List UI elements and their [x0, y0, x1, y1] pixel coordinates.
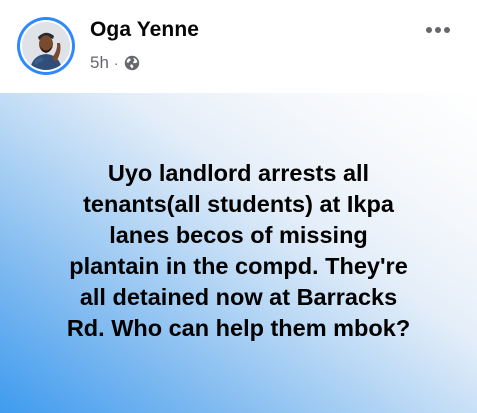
profile-photo-image: [22, 22, 70, 70]
more-horizontal-icon: [426, 27, 450, 33]
post-status-text: Uyo landlord arrests all tenants(all stu…: [66, 160, 411, 341]
status-background: Uyo landlord arrests all tenants(all stu…: [0, 93, 477, 413]
globe-icon[interactable]: [124, 55, 140, 71]
meta-separator: ·: [113, 55, 119, 71]
avatar[interactable]: [17, 17, 75, 75]
facebook-post: Oga Yenne 5h · Uyo landlord arrests all …: [0, 0, 477, 413]
author-name[interactable]: Oga Yenne: [90, 18, 199, 42]
profile-photo: [22, 22, 70, 70]
avatar-frame: [20, 20, 72, 72]
post-header: Oga Yenne 5h ·: [0, 0, 477, 93]
post-meta: 5h ·: [90, 52, 140, 74]
post-time[interactable]: 5h: [90, 53, 109, 73]
more-options-button[interactable]: [421, 18, 455, 42]
